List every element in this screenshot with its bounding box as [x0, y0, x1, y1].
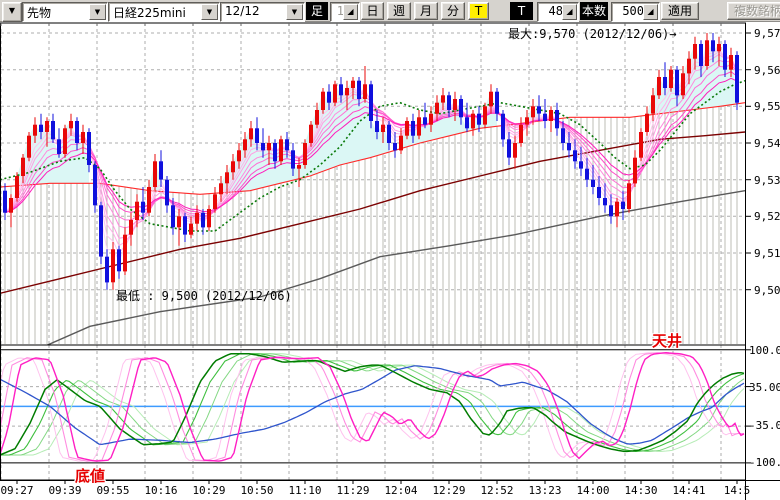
time-label: 09:27 [0, 484, 41, 497]
market-select[interactable]: 先物 ▼ [22, 2, 108, 22]
bar-count-label: 本数 [580, 2, 608, 20]
time-label: 10:29 [185, 484, 233, 497]
time-label: 14:30 [617, 484, 665, 497]
time-label: 14:41 [665, 484, 713, 497]
time-label: 14:00 [569, 484, 617, 497]
price-label: 9,560 [754, 64, 780, 77]
spinner-icon[interactable]: ◢ [562, 4, 577, 20]
price-label: 9,540 [754, 137, 780, 150]
price-label: 9,570 [754, 27, 780, 40]
monthly-button[interactable]: 月 [414, 2, 438, 20]
osc-label: -100.00 [749, 456, 775, 469]
history-dropdown-button[interactable]: ▼ [2, 2, 22, 22]
contract-month-select[interactable]: 12/12 ▼ [220, 2, 305, 22]
multi-symbol-button[interactable]: 複数銘柄 [727, 2, 780, 20]
price-label: 9,500 [754, 284, 780, 297]
bar-count-spinner[interactable]: 500 ◢ [611, 2, 660, 22]
time-label: 13:23 [521, 484, 569, 497]
tick-size-label: T [510, 2, 533, 20]
bottom-annotation: 底値 [75, 465, 105, 486]
price-chart-canvas[interactable] [0, 22, 780, 500]
chart-panel: 9,570 9,560 9,550 9,540 9,530 9,520 9,51… [0, 22, 780, 500]
time-label: 12:29 [425, 484, 473, 497]
price-label: 9,550 [754, 100, 780, 113]
time-label: 11:10 [281, 484, 329, 497]
spinner-icon[interactable]: ◢ [343, 4, 358, 20]
ceiling-annotation: 天井 [652, 330, 682, 351]
tick-button[interactable]: T [468, 2, 489, 20]
bar-interval-spinner[interactable]: 1 ◢ [330, 2, 360, 22]
tick-count-spinner[interactable]: 48 ◢ [537, 2, 579, 22]
time-label: 10:50 [233, 484, 281, 497]
symbol-select-value: 日経225mini [113, 4, 186, 21]
time-label: 14:5 [713, 484, 761, 497]
price-label: 9,520 [754, 210, 780, 223]
osc-label: 35.00 [749, 381, 775, 394]
chevron-down-icon[interactable]: ▼ [201, 4, 218, 20]
osc-label: 100.00 [749, 344, 775, 357]
market-select-value: 先物 [27, 4, 51, 21]
bar-type-label: 足 [306, 2, 328, 20]
chart-window: ▼ 先物 ▼ 日経225mini ▼ 12/12 ▼ 足 1 ◢ 日 週 月 分… [0, 0, 780, 500]
toolbar: ▼ 先物 ▼ 日経225mini ▼ 12/12 ▼ 足 1 ◢ 日 週 月 分… [0, 0, 780, 22]
spinner-icon[interactable]: ◢ [643, 4, 658, 20]
chevron-down-icon[interactable]: ▼ [286, 4, 303, 20]
max-price-annotation: 最大:9,570 (2012/12/06)→ [508, 25, 677, 42]
chevron-down-icon[interactable]: ▼ [89, 4, 106, 20]
time-label: 12:04 [377, 484, 425, 497]
contract-month-value: 12/12 [225, 4, 260, 18]
osc-label: -35.00 [749, 419, 775, 432]
minute-button[interactable]: 分 [441, 2, 465, 20]
price-label: 9,530 [754, 174, 780, 187]
time-label: 10:16 [137, 484, 185, 497]
time-label: 12:52 [473, 484, 521, 497]
min-price-annotation: 最低 : 9,500 (2012/12/06) [116, 287, 292, 304]
weekly-button[interactable]: 週 [387, 2, 411, 20]
tick-count-value: 48 [538, 4, 563, 18]
bar-count-value: 500 [612, 4, 644, 18]
apply-button[interactable]: 適用 [661, 2, 699, 20]
symbol-select[interactable]: 日経225mini ▼ [108, 2, 220, 22]
time-label: 11:29 [329, 484, 377, 497]
daily-button[interactable]: 日 [361, 2, 384, 20]
price-label: 9,510 [754, 247, 780, 260]
